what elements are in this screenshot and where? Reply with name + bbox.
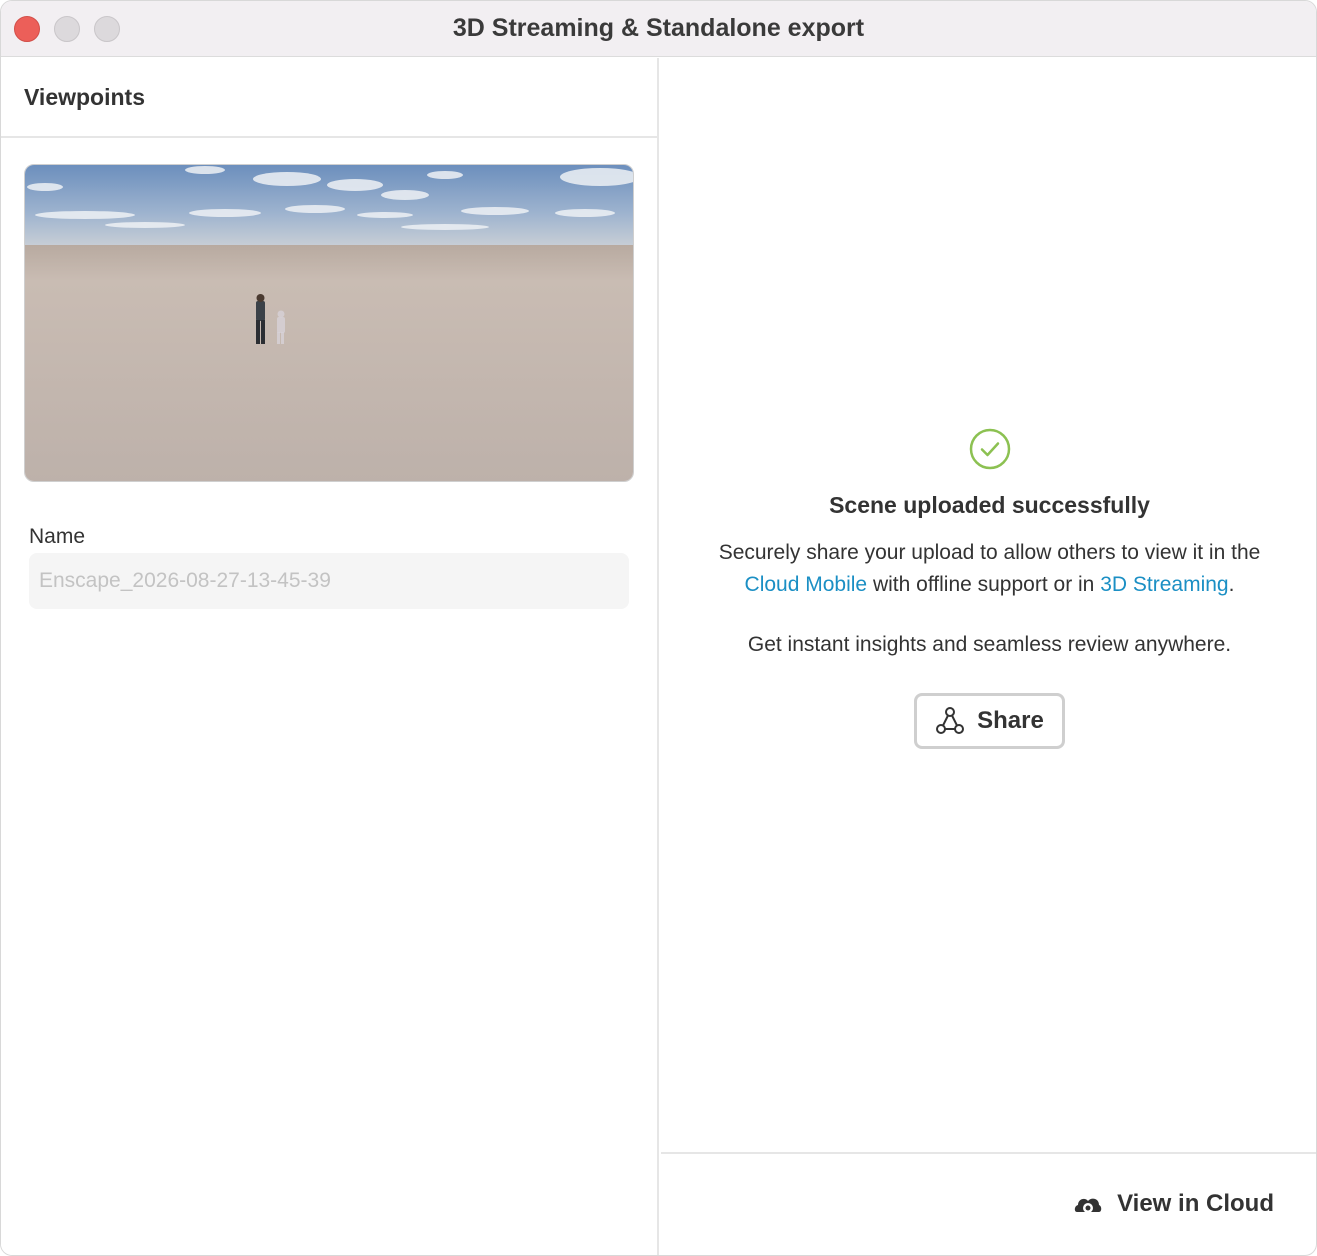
success-message: Scene uploaded successfully Securely sha…: [661, 428, 1316, 749]
desc-text-1: Securely share your upload to allow othe…: [718, 541, 1261, 564]
view-in-cloud-label: View in Cloud: [1117, 1190, 1274, 1217]
upload-status-panel: Scene uploaded successfully Securely sha…: [661, 58, 1316, 1255]
cloud-mobile-link[interactable]: Cloud Mobile: [745, 573, 868, 596]
window-title: 3D Streaming & Standalone export: [452, 14, 865, 42]
scene-preview-image: [25, 165, 633, 481]
name-input[interactable]: [29, 553, 629, 609]
share-description: Securely share your upload to allow othe…: [710, 537, 1270, 601]
share-label: Share: [977, 707, 1044, 734]
title-bar: 3D Streaming & Standalone export: [1, 1, 1316, 57]
desc-text-2: with offline support or in: [867, 573, 1101, 596]
desc-text-3: .: [1228, 573, 1235, 596]
share-button[interactable]: Share: [914, 693, 1065, 749]
cloud-icon: [1074, 1198, 1102, 1213]
share-icon: [936, 707, 965, 734]
3d-streaming-link[interactable]: 3D Streaming: [1100, 573, 1228, 596]
success-check-icon: [969, 428, 1010, 470]
viewpoint-thumbnail[interactable]: [24, 164, 634, 482]
viewpoints-header: Viewpoints: [1, 58, 657, 138]
viewpoints-panel: Viewpoints Name Enscape_2026-08-27-13-45…: [1, 58, 659, 1255]
name-label: Name: [29, 525, 86, 548]
success-title: Scene uploaded successfully: [829, 492, 1150, 518]
dialog-footer: View in Cloud: [661, 1152, 1316, 1255]
viewpoints-heading: Viewpoints: [24, 84, 145, 110]
export-dialog: 3D Streaming & Standalone export Viewpoi…: [0, 0, 1317, 1256]
insights-text: Get instant insights and seamless review…: [747, 633, 1232, 656]
view-in-cloud-button[interactable]: View in Cloud: [1073, 1190, 1274, 1218]
